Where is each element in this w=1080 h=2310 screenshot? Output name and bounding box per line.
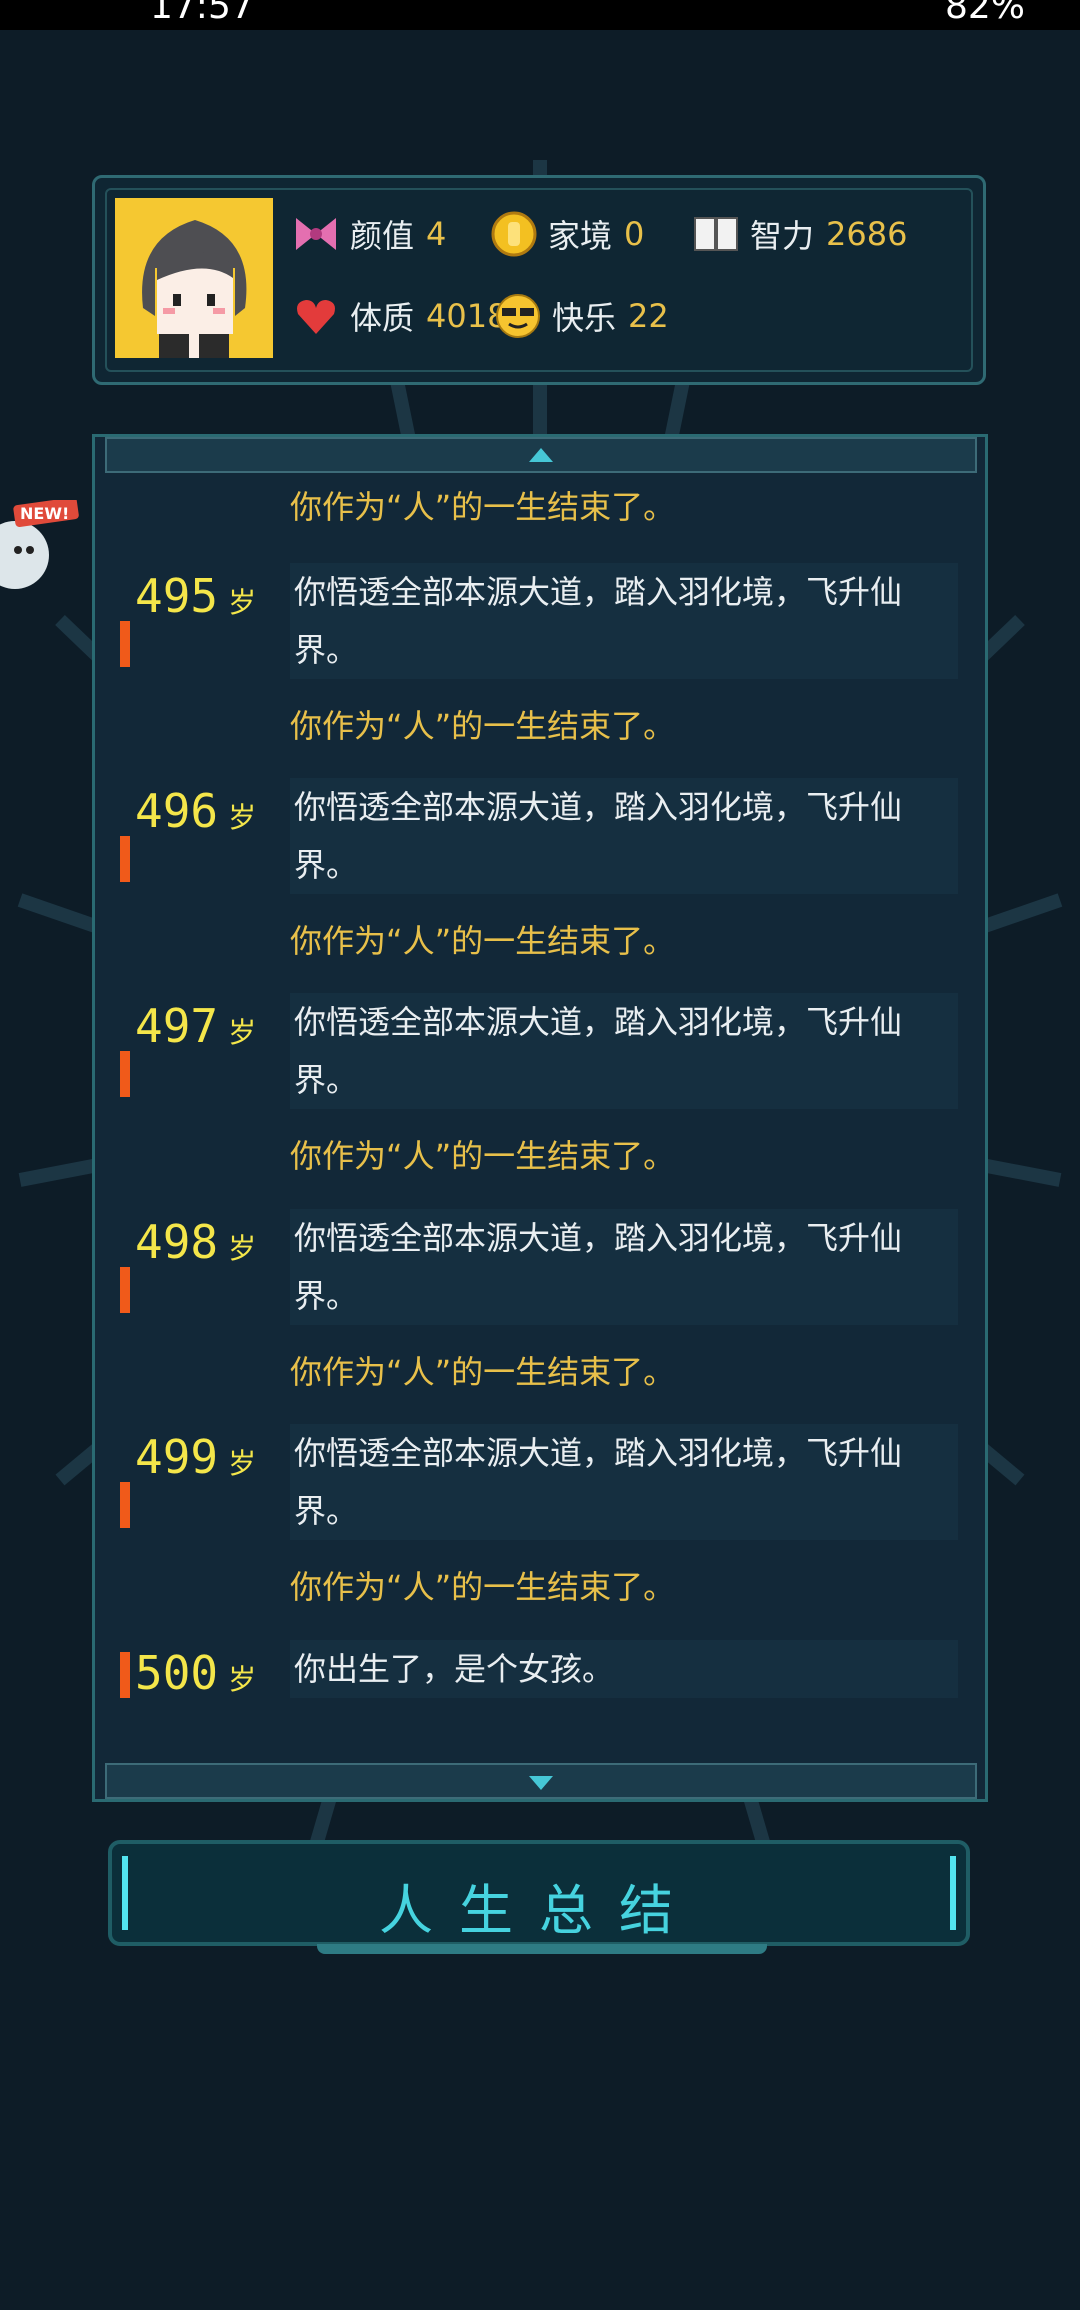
- bow-icon: [292, 210, 340, 258]
- stat-appearance: 颜值 4: [292, 210, 446, 258]
- event-end-text: 你作为“人”的一生结束了。: [290, 1137, 676, 1175]
- event-end-text: 你作为“人”的一生结束了。: [290, 707, 676, 745]
- age-label: 495 岁: [135, 569, 257, 623]
- event-text: 你悟透全部本源大道，踏入羽化境，飞升仙界。: [290, 563, 958, 679]
- arrow-down-icon: [529, 1776, 553, 1790]
- age-label: 500 岁: [135, 1646, 257, 1700]
- event-text: 你悟透全部本源大道，踏入羽化境，飞升仙界。: [290, 1424, 958, 1540]
- status-bar: 17:57 82%: [0, 0, 1080, 30]
- avatar: [115, 198, 273, 358]
- heart-icon: [292, 292, 340, 340]
- age-label: 497 岁: [135, 999, 257, 1053]
- status-time: 17:57: [150, 0, 254, 27]
- stat-happiness-label: 快乐: [552, 299, 617, 337]
- stat-family: 家境 0: [490, 210, 644, 258]
- life-events-list[interactable]: 你作为“人”的一生结束了。 495 岁 你悟透全部本源大道，踏入羽化境，飞升仙界。…: [92, 434, 988, 1802]
- status-battery: 82%: [944, 0, 1025, 27]
- event-marker: [120, 836, 130, 882]
- stat-appearance-value: 4: [426, 215, 447, 253]
- age-label: 499 岁: [135, 1430, 257, 1484]
- event-text: 你出生了，是个女孩。: [290, 1640, 958, 1698]
- event-marker: [120, 621, 130, 667]
- scroll-down-button[interactable]: [105, 1763, 977, 1799]
- event-text: 你悟透全部本源大道，踏入羽化境，飞升仙界。: [290, 1209, 958, 1325]
- stat-happiness-value: 22: [628, 297, 669, 335]
- event-marker: [120, 1482, 130, 1528]
- event-end-text: 你作为“人”的一生结束了。: [290, 1568, 676, 1606]
- new-badge[interactable]: NEW!: [0, 497, 79, 600]
- coin-icon: [490, 210, 538, 258]
- book-icon: [692, 210, 740, 258]
- stat-appearance-label: 颜值: [350, 217, 415, 255]
- life-summary-button[interactable]: 人生总结: [108, 1840, 970, 1954]
- scroll-up-button[interactable]: [105, 437, 977, 473]
- event-end-text: 你作为“人”的一生结束了。: [290, 1353, 676, 1391]
- event-marker: [120, 1267, 130, 1313]
- stat-intelligence-label: 智力: [750, 217, 815, 255]
- stat-family-label: 家境: [548, 217, 613, 255]
- event-text: 你悟透全部本源大道，踏入羽化境，飞升仙界。: [290, 993, 958, 1109]
- stat-happiness: 快乐 22: [494, 292, 669, 340]
- stat-intelligence: 智力 2686: [692, 210, 907, 258]
- ghost-icon: NEW!: [0, 497, 79, 589]
- badge-text: NEW!: [20, 504, 69, 523]
- arrow-up-icon: [529, 448, 553, 462]
- stat-intelligence-value: 2686: [826, 215, 908, 253]
- event-marker: [120, 1051, 130, 1097]
- sunglasses-face-icon: [494, 292, 542, 340]
- button-bottom-tab: [317, 1944, 767, 1954]
- event-text: 你悟透全部本源大道，踏入羽化境，飞升仙界。: [290, 778, 958, 894]
- age-label: 498 岁: [135, 1215, 257, 1269]
- age-label: 496 岁: [135, 784, 257, 838]
- partial-entry-end: 你作为“人”的一生结束了。: [290, 488, 676, 526]
- life-summary-label: 人生总结: [379, 1879, 699, 1942]
- stat-physique: 体质 4018: [292, 292, 507, 340]
- stat-family-value: 0: [624, 215, 645, 253]
- event-marker: [120, 1652, 130, 1698]
- event-end-text: 你作为“人”的一生结束了。: [290, 922, 676, 960]
- stat-physique-label: 体质: [350, 299, 415, 337]
